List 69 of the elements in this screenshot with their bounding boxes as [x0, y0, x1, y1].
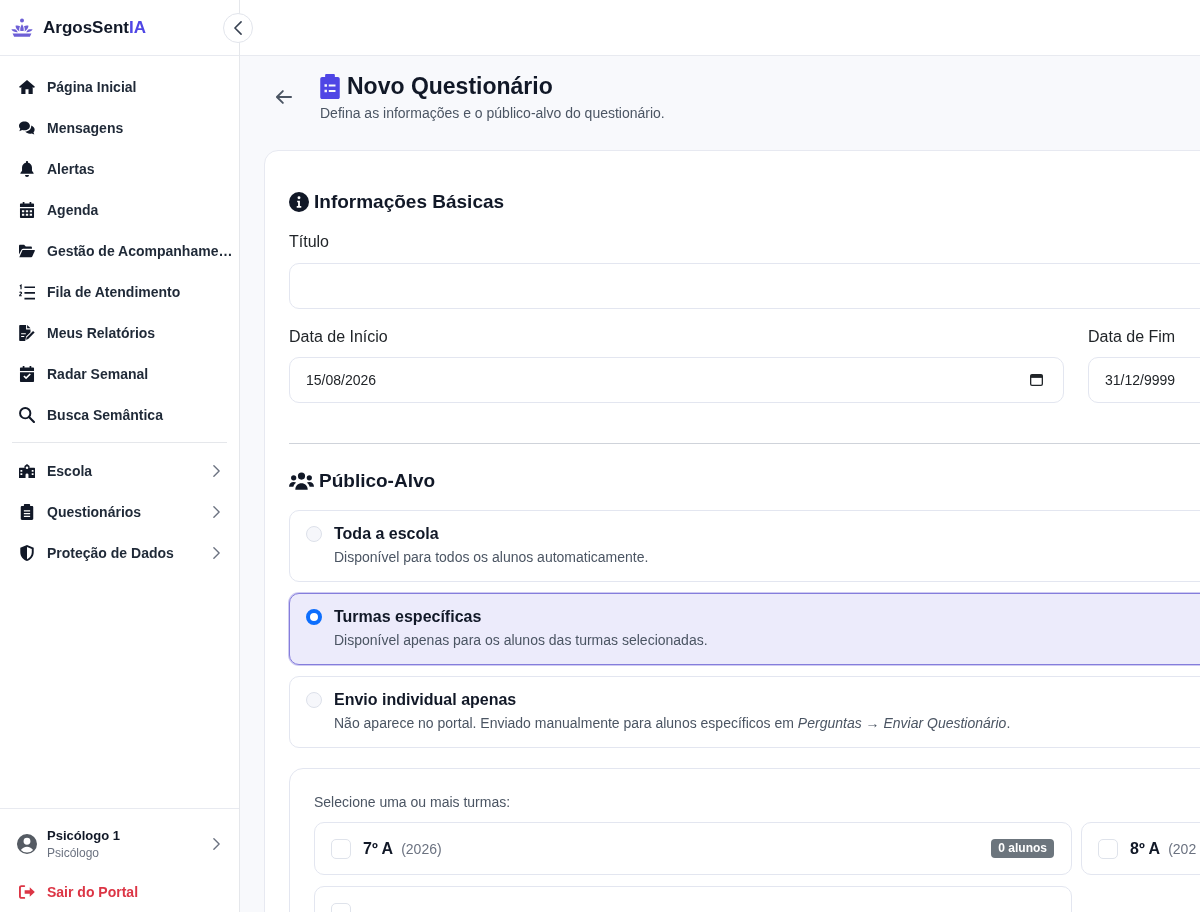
- date-field[interactable]: 31/12/9999: [1088, 357, 1200, 403]
- option-title: Toda a escola: [334, 524, 440, 544]
- field-label: Data de Fim: [1088, 327, 1177, 347]
- nav-item[interactable]: Página Inicial: [12, 66, 227, 107]
- clipboard-list-icon: [320, 73, 340, 99]
- school-building-icon: [19, 462, 35, 479]
- brand-name: ArgosSentIA: [43, 17, 146, 38]
- nav-item[interactable]: Alertas: [12, 148, 227, 189]
- numbered-list-icon: [19, 283, 35, 300]
- class-name: 7º A: [363, 839, 394, 858]
- nav-item[interactable]: Questionários: [12, 491, 227, 532]
- bell-icon: [19, 160, 35, 177]
- class-year: (2026): [401, 840, 442, 857]
- nav-item[interactable]: Agenda: [12, 189, 227, 230]
- nav-item[interactable]: Proteção de Dados: [12, 532, 227, 573]
- audience-option[interactable]: Toda a escola Disponível para todos os alunos automaticamente.: [289, 510, 1200, 582]
- shield-icon: [19, 544, 35, 561]
- chevron-right-icon: [213, 505, 220, 518]
- class-prompt: Selecione uma ou mais turmas:: [314, 793, 512, 811]
- chevron-left-icon: [234, 21, 242, 35]
- checkbox[interactable]: [1098, 838, 1118, 859]
- nav-item[interactable]: Escola: [12, 450, 227, 491]
- option-title: Turmas específicas: [334, 607, 483, 627]
- calendar-icon: [19, 201, 35, 218]
- audience-option[interactable]: Envio individual apenas Não aparece no portal. Enviado manualmente para alunos específicos em Perguntas → Enviar Questionário.: [289, 676, 1200, 748]
- option-description: Não aparece no portal. Enviado manualmente para alunos específicos em Perguntas → Enviar Questionário.: [334, 714, 1011, 732]
- nav-item[interactable]: Radar Semanal: [12, 353, 227, 394]
- class-card[interactable]: 7º A (2026) 0 alunos: [314, 822, 1072, 875]
- checkbox[interactable]: [331, 838, 351, 859]
- audience-option[interactable]: Turmas específicas Disponível apenas para os alunos das turmas selecionadas.: [289, 593, 1200, 665]
- page-title: Novo Questionário: [347, 72, 553, 100]
- section-heading: Público-Alvo: [319, 469, 436, 493]
- field-label: Data de Início: [289, 327, 389, 347]
- class-card[interactable]: 8º A (202: [1081, 822, 1200, 875]
- chevron-right-icon: [213, 546, 220, 559]
- user-avatar-icon: [17, 834, 37, 854]
- option-title: Envio individual apenas: [334, 690, 518, 710]
- chat-bubbles-icon: [19, 119, 35, 136]
- nav-item[interactable]: Busca Semântica: [12, 394, 227, 435]
- lotus-logo-icon: [11, 18, 33, 37]
- radio-button[interactable]: [306, 609, 322, 625]
- user-menu[interactable]: Psicólogo 1 Psicólogo: [12, 821, 227, 867]
- calendar-icon: [1030, 374, 1043, 386]
- chevron-right-icon: [213, 838, 220, 850]
- document-pen-icon: [19, 324, 35, 341]
- clipboard-icon: [19, 503, 35, 520]
- logout-link[interactable]: Sair do Portal: [12, 872, 227, 912]
- arrow-left-icon: [276, 90, 292, 104]
- nav-item[interactable]: Fila de Atendimento: [12, 271, 227, 312]
- calendar-check-icon: [19, 365, 35, 382]
- student-count-badge: 0 alunos: [991, 839, 1054, 858]
- option-description: Disponível apenas para os alunos das turmas selecionadas.: [334, 631, 708, 649]
- field-label: Título: [289, 232, 330, 252]
- home-icon: [19, 78, 35, 95]
- sign-out-icon: [19, 884, 35, 900]
- search-icon: [19, 406, 35, 423]
- nav-item[interactable]: Mensagens: [12, 107, 227, 148]
- users-icon: [289, 472, 314, 490]
- section-heading: Informações Básicas: [314, 190, 505, 214]
- nav-item[interactable]: Meus Relatórios: [12, 312, 227, 353]
- page-subtitle: Defina as informações e o público-alvo do questionário.: [320, 104, 665, 122]
- class-year: (202: [1168, 840, 1197, 857]
- folder-icon: [19, 242, 35, 259]
- info-icon: [289, 192, 309, 212]
- back-button[interactable]: [274, 87, 294, 107]
- class-name: 8º A: [1130, 839, 1161, 858]
- chevron-right-icon: [213, 464, 220, 477]
- option-description: Disponível para todos os alunos automaticamente.: [334, 548, 649, 566]
- date-field[interactable]: 15/08/2026: [289, 357, 1064, 403]
